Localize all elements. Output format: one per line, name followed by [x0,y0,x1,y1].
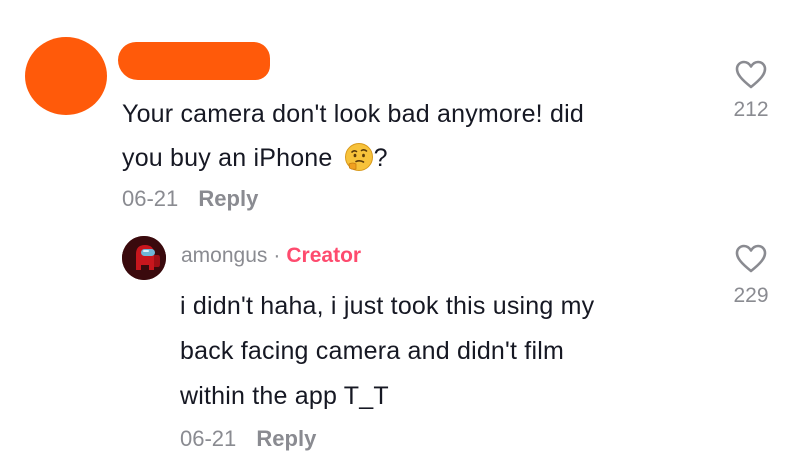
separator-dot: · [273,244,281,267]
comment-text: Your camera don't look bad anymore! did … [122,92,702,186]
reply-username[interactable]: amongus [181,244,267,267]
comment-line-2-text: you buy an iPhone [122,144,340,172]
reply-line-3: within the app T_T [180,382,389,410]
redacted-avatar[interactable] [25,37,107,115]
comment-line-2-end: ? [373,144,388,172]
thinking-face-icon [344,142,374,186]
avatar[interactable] [122,236,166,280]
reply-text: i didn't haha, i just took this using my… [180,284,700,419]
reply-like-count: 229 [733,284,769,307]
reply-reply-button[interactable]: Reply [256,426,316,451]
comment-reply-button[interactable]: Reply [198,186,258,211]
heart-icon[interactable] [735,60,767,95]
reply-line-1: i didn't haha, i just took this using my [180,292,595,320]
creator-badge: Creator [286,244,362,267]
redacted-username[interactable] [118,42,270,80]
heart-icon[interactable] [735,244,767,279]
reply-meta: 06-21 Reply [180,426,316,452]
comment-like-count: 212 [733,98,769,121]
reply-username-row: amongus · Creator [181,244,361,268]
reply-date: 06-21 [180,426,237,451]
comment-line-1: Your camera don't look bad anymore! did [122,100,584,128]
comment-meta: 06-21 Reply [122,186,258,212]
reply-line-2: back facing camera and didn't film [180,337,564,365]
comment-line-2: you buy an iPhone ? [122,136,702,186]
comment-date: 06-21 [122,186,179,211]
